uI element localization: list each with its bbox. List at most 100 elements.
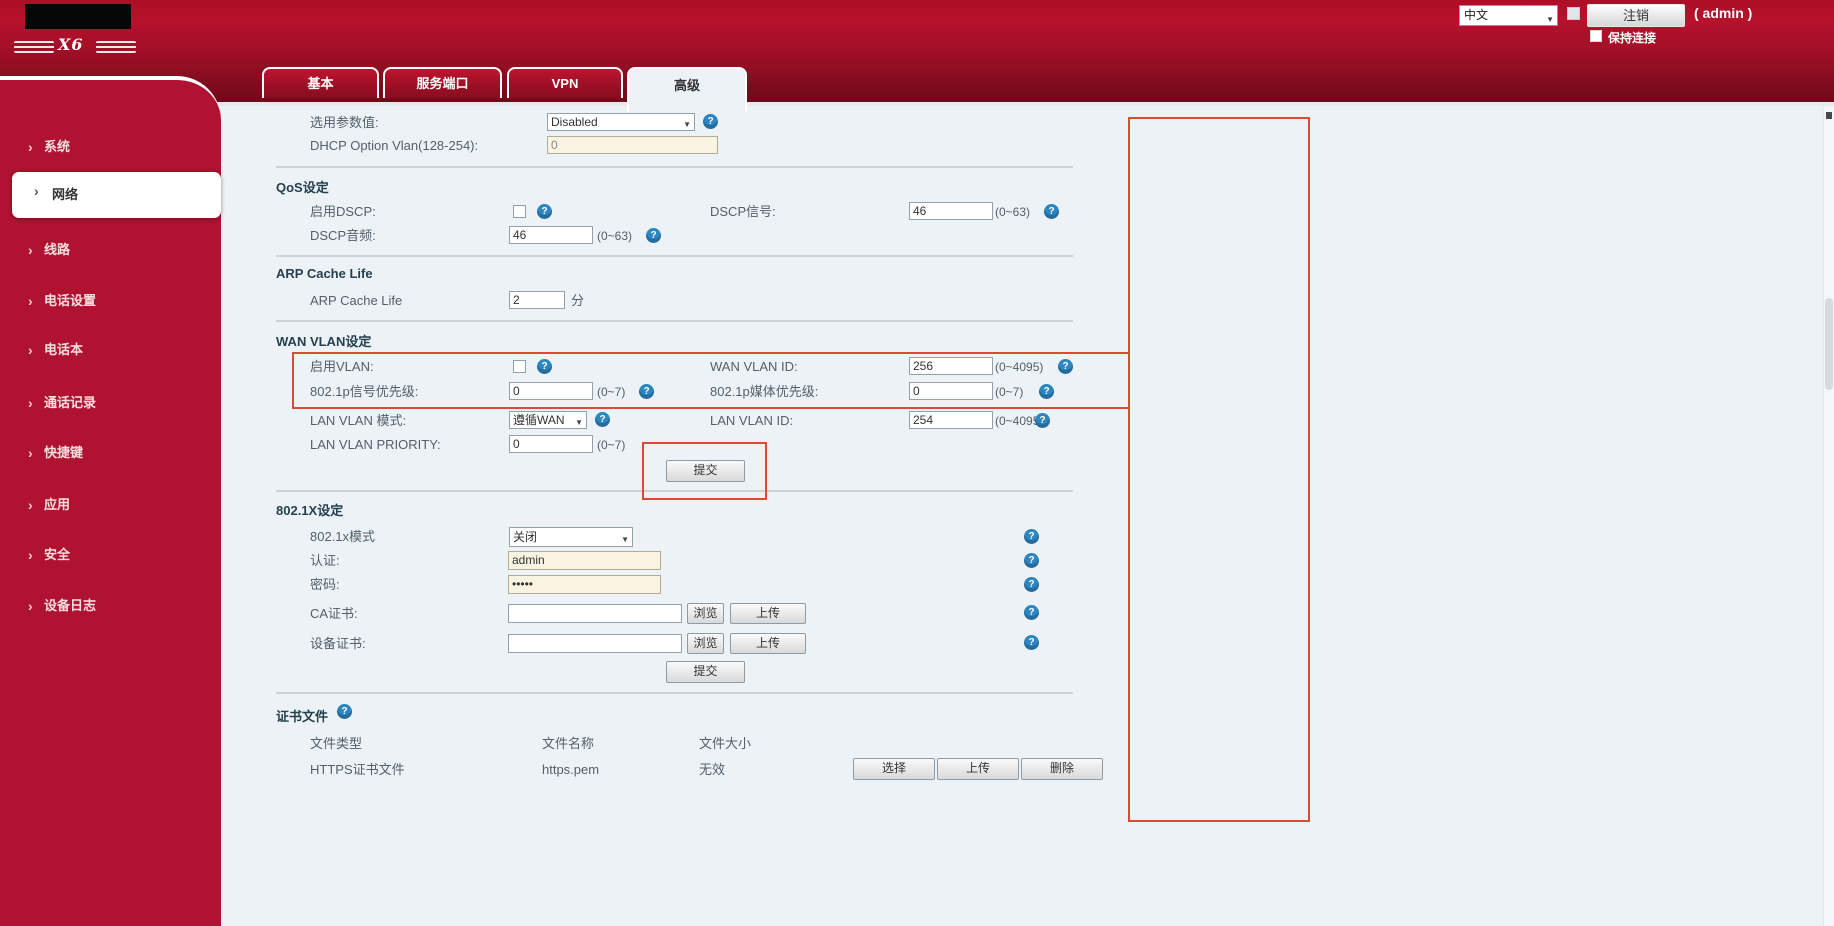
8021p-media-input[interactable]: 0 [909,382,993,400]
help-icon[interactable] [1044,204,1059,219]
cert-row-name: https.pem [542,762,600,777]
arp-cache-life-label: ARP Cache Life [310,293,403,308]
enable-dscp-label: 启用DSCP: [310,204,376,219]
ca-cert-label: CA证书: [310,606,358,621]
ca-cert-upload-button[interactable]: 上传 [730,603,806,624]
wan-vlan-id-input[interactable]: 256 [909,357,993,375]
scrollbar-track[interactable] [1823,0,1834,926]
sidebar-item-phone-settings[interactable]: 电话设置 [0,289,221,313]
help-icon[interactable] [1024,635,1039,650]
wan-vlan-id-label: WAN VLAN ID: [710,359,798,374]
help-icon[interactable] [1039,384,1054,399]
dot1x-mode-select[interactable]: 关闭 [509,527,633,549]
8021p-signal-range: (0~7) [597,385,626,399]
keep-connection-checkbox[interactable] [1590,30,1602,42]
sidebar-item-call-log[interactable]: 通话记录 [0,391,221,415]
arp-section-title: ARP Cache Life [276,266,373,281]
sidebar-item-line[interactable]: 线路 [0,238,221,262]
help-icon[interactable] [1024,529,1039,544]
help-icon[interactable] [595,412,610,427]
sidebar-item-phonebook[interactable]: 电话本 [0,338,221,362]
help-icon[interactable] [337,704,352,719]
enable-vlan-label: 启用VLAN: [310,359,374,374]
language-select-value: 中文 [1464,8,1489,22]
cert-col-type: 文件类型 [310,736,363,751]
dscp-signal-input[interactable]: 46 [909,202,993,220]
cert-delete-button[interactable]: 删除 [1021,758,1103,780]
lan-vlan-priority-label: LAN VLAN PRIORITY: [310,437,441,452]
sidebar-item-function-key[interactable]: 快捷键 [0,441,221,465]
8021p-signal-label: 802.1p信号优先级: [310,384,419,399]
dev-cert-upload-button[interactable]: 上传 [730,633,806,654]
lan-vlan-mode-select[interactable]: 遵循WAN [509,411,587,431]
cert-select-button[interactable]: 选择 [853,758,935,780]
help-icon[interactable] [537,359,552,374]
help-icon[interactable] [639,384,654,399]
cert-col-name: 文件名称 [542,736,595,751]
dhcp-option-vlan-input[interactable]: 0 [547,136,718,154]
sidebar-item-security[interactable]: 安全 [0,543,221,567]
tab-vpn[interactable]: VPN [507,67,623,98]
dscp-audio-range: (0~63) [597,229,633,243]
enable-vlan-checkbox[interactable] [513,360,526,373]
tab-advanced[interactable]: 高级 [627,67,747,112]
dev-cert-label: 设备证书: [310,636,366,651]
lan-vlan-priority-range: (0~7) [597,438,626,452]
annotation-box-right [1128,117,1310,822]
dscp-audio-input[interactable]: 46 [509,226,593,244]
language-select[interactable]: 中文 [1459,5,1558,29]
password-input[interactable]: ••••• [508,575,661,594]
help-icon[interactable] [1024,605,1039,620]
dot1x-submit-button[interactable]: 提交 [666,661,745,683]
cert-row-type: HTTPS证书文件 [310,762,405,777]
wan-vlan-section-title: WAN VLAN设定 [276,334,372,349]
vlan-submit-button[interactable]: 提交 [666,460,745,482]
lan-vlan-priority-input[interactable]: 0 [509,435,593,453]
auth-input[interactable]: admin [508,551,661,570]
arp-unit-label: 分 [571,293,585,308]
tab-basic[interactable]: 基本 [262,67,379,98]
dhcp-option-vlan-label: DHCP Option Vlan(128-254): [310,138,479,153]
qos-section-title: QoS设定 [276,180,329,195]
enable-dscp-checkbox[interactable] [513,205,526,218]
help-icon[interactable] [1024,553,1039,568]
sidebar: 系统 网络 线路 电话设置 电话本 通话记录 快捷键 应用 安全 设备日志 [0,76,221,926]
wan-vlan-id-range: (0~4095) [995,360,1044,374]
password-label: 密码: [310,577,340,592]
cert-upload-button[interactable]: 上传 [937,758,1019,780]
arp-cache-life-input[interactable]: 2 [509,291,565,309]
help-icon[interactable] [1035,413,1050,428]
scrollbar-arrow[interactable] [1826,112,1832,119]
logout-button[interactable]: 注销 [1587,4,1685,27]
tab-service-port[interactable]: 服务端口 [383,67,502,98]
dscp-audio-label: DSCP音频: [310,228,376,243]
section-divider [276,255,1073,257]
sidebar-item-system[interactable]: 系统 [0,135,221,159]
lan-vlan-id-input[interactable]: 254 [909,411,993,429]
scrollbar-thumb[interactable] [1825,298,1833,390]
sidebar-item-network[interactable]: 网络 [12,172,221,218]
sidebar-item-device-log[interactable]: 设备日志 [0,594,221,618]
ca-cert-browse-button[interactable]: 浏览 [687,603,724,624]
8021p-media-range: (0~7) [995,385,1024,399]
sidebar-item-application[interactable]: 应用 [0,493,221,517]
dot1x-section-title: 802.1X设定 [276,503,344,518]
help-icon[interactable] [1024,577,1039,592]
cert-col-size: 文件大小 [699,736,752,751]
help-icon[interactable] [537,204,552,219]
ca-cert-input[interactable] [508,604,682,623]
section-divider [276,692,1073,694]
brand-logo [25,4,131,29]
dev-cert-browse-button[interactable]: 浏览 [687,633,724,654]
keep-connection-label: 保持连接 [1608,31,1657,45]
option-value-label: 选用参数值: [310,115,379,130]
help-icon[interactable] [1058,359,1073,374]
8021p-signal-input[interactable]: 0 [509,382,593,400]
dscp-signal-range: (0~63) [995,205,1031,219]
help-icon[interactable] [646,228,661,243]
option-value-select[interactable]: Disabled [547,113,695,133]
help-icon[interactable] [703,114,718,129]
lan-vlan-id-label: LAN VLAN ID: [710,413,794,428]
header-checkbox[interactable] [1567,7,1580,20]
dev-cert-input[interactable] [508,634,682,653]
